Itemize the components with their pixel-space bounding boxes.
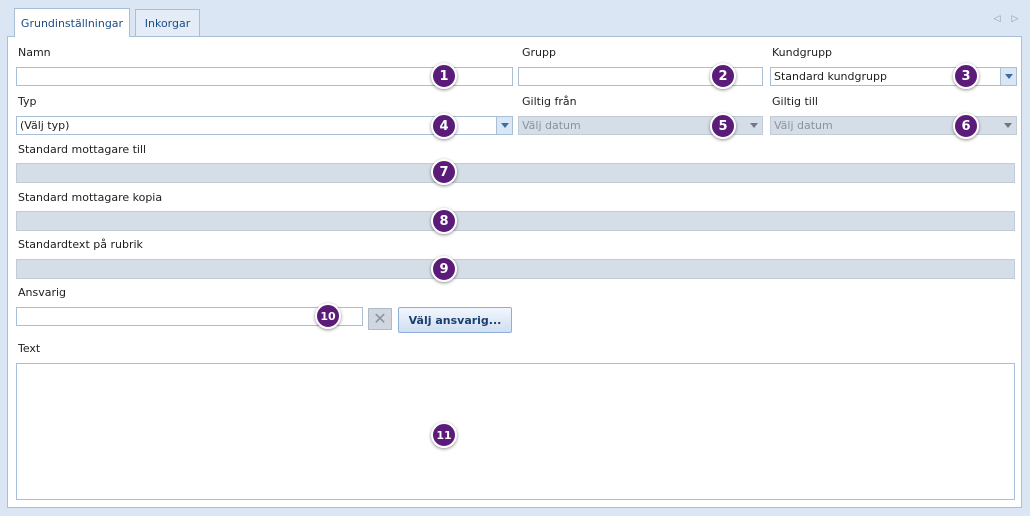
customer-group-select[interactable]: Standard kundgrupp bbox=[770, 67, 1017, 86]
form-panel: Namn Grupp Kundgrupp 1 2 Standard kundgr… bbox=[7, 36, 1022, 508]
valid-to-label: Giltig till bbox=[772, 95, 818, 108]
name-label: Namn bbox=[18, 46, 51, 59]
tab-navigation: ◁ ▷ bbox=[992, 14, 1020, 24]
marker-badge-10: 10 bbox=[315, 303, 341, 329]
default-recipient-to-input[interactable] bbox=[16, 163, 1015, 183]
type-label: Typ bbox=[18, 95, 37, 108]
marker-badge-1: 1 bbox=[431, 63, 457, 89]
default-recipient-copy-input[interactable] bbox=[16, 211, 1015, 231]
close-icon[interactable]: ✕ bbox=[368, 308, 392, 330]
responsible-label: Ansvarig bbox=[18, 286, 67, 299]
chevron-down-icon[interactable] bbox=[746, 117, 762, 134]
choose-responsible-button[interactable]: Välj ansvarig... bbox=[398, 307, 512, 333]
default-recipient-to-label: Standard mottagare till bbox=[18, 143, 147, 156]
responsible-input[interactable] bbox=[16, 307, 363, 326]
default-subject-text-input[interactable] bbox=[16, 259, 1015, 279]
chevron-left-icon[interactable]: ◁ bbox=[992, 14, 1002, 24]
marker-badge-9: 9 bbox=[431, 256, 457, 282]
valid-from-label: Giltig från bbox=[522, 95, 577, 108]
marker-badge-6: 6 bbox=[953, 113, 979, 139]
default-subject-text-label: Standardtext på rubrik bbox=[18, 238, 143, 251]
tab-bar: Grundinställningar Inkorgar ◁ ▷ bbox=[0, 0, 1030, 37]
tab-grundinstallningar[interactable]: Grundinställningar bbox=[14, 8, 130, 37]
default-recipient-copy-label: Standard mottagare kopia bbox=[18, 191, 163, 204]
text-area[interactable] bbox=[16, 363, 1015, 500]
marker-badge-7: 7 bbox=[431, 159, 457, 185]
marker-badge-5: 5 bbox=[710, 113, 736, 139]
customer-group-label: Kundgrupp bbox=[772, 46, 833, 59]
chevron-down-icon[interactable] bbox=[1000, 117, 1016, 134]
group-label: Grupp bbox=[522, 46, 556, 59]
chevron-down-icon[interactable] bbox=[496, 117, 512, 134]
marker-badge-8: 8 bbox=[431, 208, 457, 234]
valid-to-value: Välj datum bbox=[774, 119, 833, 132]
text-label: Text bbox=[18, 342, 41, 355]
valid-to-date[interactable]: Välj datum bbox=[770, 116, 1017, 135]
type-value: (Välj typ) bbox=[20, 119, 70, 132]
chevron-down-icon[interactable] bbox=[1000, 68, 1016, 85]
marker-badge-11: 11 bbox=[431, 422, 457, 448]
marker-badge-2: 2 bbox=[710, 63, 736, 89]
chevron-right-icon[interactable]: ▷ bbox=[1010, 14, 1020, 24]
customer-group-value: Standard kundgrupp bbox=[774, 70, 887, 83]
tab-inkorgar[interactable]: Inkorgar bbox=[135, 9, 200, 36]
valid-from-value: Välj datum bbox=[522, 119, 581, 132]
marker-badge-3: 3 bbox=[953, 63, 979, 89]
marker-badge-4: 4 bbox=[431, 113, 457, 139]
